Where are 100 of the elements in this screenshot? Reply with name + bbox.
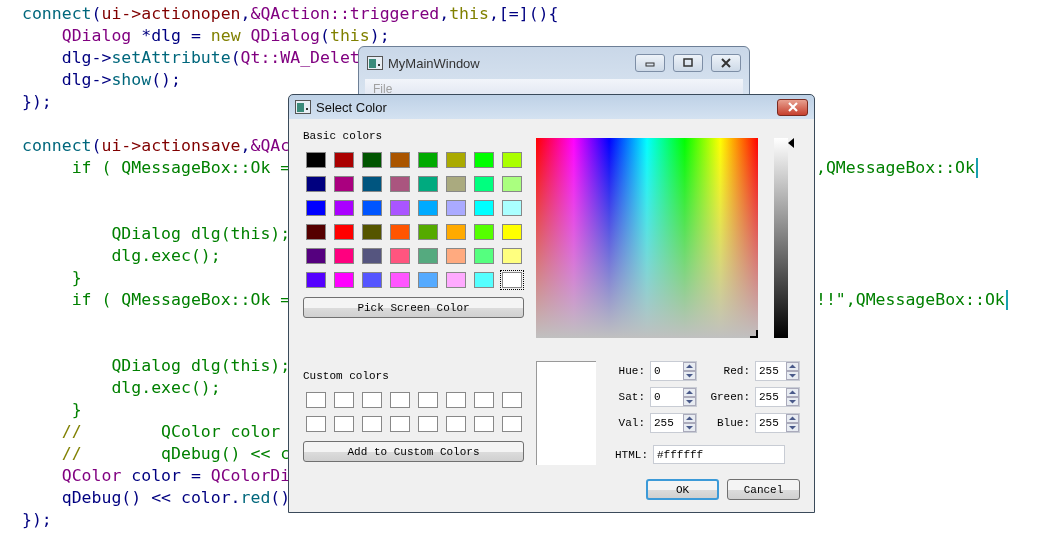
custom-color-slot[interactable] <box>416 390 440 410</box>
maximize-button[interactable] <box>673 54 703 72</box>
spin-box[interactable]: 255 <box>755 361 800 381</box>
color-swatch[interactable] <box>472 270 496 290</box>
color-swatch[interactable] <box>416 246 440 266</box>
custom-color-slot[interactable] <box>444 390 468 410</box>
custom-color-slot[interactable] <box>360 414 384 434</box>
spin-arrows-icon[interactable] <box>683 362 696 380</box>
dialog-button[interactable]: Cancel <box>727 479 800 500</box>
color-swatch[interactable] <box>388 270 412 290</box>
spin-arrows-icon[interactable] <box>786 414 799 432</box>
color-swatch[interactable] <box>304 198 328 218</box>
color-swatch[interactable] <box>360 246 384 266</box>
code-token: color = <box>130 466 202 485</box>
color-swatch[interactable] <box>388 198 412 218</box>
color-spectrum[interactable] <box>536 138 758 338</box>
custom-color-slot[interactable] <box>500 390 524 410</box>
color-swatch[interactable] <box>444 222 468 242</box>
color-swatch[interactable] <box>360 174 384 194</box>
code-token: QDialog <box>249 26 321 45</box>
color-swatch[interactable] <box>500 174 524 194</box>
color-swatch[interactable] <box>416 150 440 170</box>
spin-box[interactable]: 255 <box>650 413 697 433</box>
color-swatch[interactable] <box>500 150 524 170</box>
color-swatch[interactable] <box>416 198 440 218</box>
html-field[interactable]: #ffffff <box>653 445 785 464</box>
color-swatch[interactable] <box>444 198 468 218</box>
code-token: QDialog dlg(this); <box>110 224 291 243</box>
code-token: Qt::WA_Delet <box>240 48 360 67</box>
dialog-title: Select Color <box>316 99 387 115</box>
color-swatch[interactable] <box>500 246 524 266</box>
color-swatch[interactable] <box>304 174 328 194</box>
code-token: // <box>60 422 82 441</box>
add-custom-color-button[interactable]: Add to Custom Colors <box>303 441 524 462</box>
color-swatch[interactable] <box>304 246 328 266</box>
color-swatch[interactable] <box>500 222 524 242</box>
color-swatch[interactable] <box>360 270 384 290</box>
custom-color-slot[interactable] <box>388 414 412 434</box>
spin-arrows-icon[interactable] <box>683 388 696 406</box>
close-button[interactable] <box>711 54 741 72</box>
color-swatch[interactable] <box>472 246 496 266</box>
custom-color-slot[interactable] <box>500 414 524 434</box>
minimize-button[interactable] <box>635 54 665 72</box>
color-swatch[interactable] <box>332 198 356 218</box>
custom-color-slot[interactable] <box>304 414 328 434</box>
color-swatch[interactable] <box>388 246 412 266</box>
color-swatch[interactable] <box>472 198 496 218</box>
custom-color-slot[interactable] <box>472 414 496 434</box>
code-token: ,QMessageBox::Ok <box>816 157 975 179</box>
color-swatch[interactable] <box>304 270 328 290</box>
color-swatch[interactable] <box>332 222 356 242</box>
custom-colors-label: Custom colors <box>303 369 390 383</box>
color-swatch[interactable] <box>500 270 524 290</box>
pick-screen-color-button[interactable]: Pick Screen Color <box>303 297 524 318</box>
custom-color-slot[interactable] <box>360 390 384 410</box>
spin-arrows-icon[interactable] <box>786 388 799 406</box>
color-swatch[interactable] <box>304 222 328 242</box>
color-swatch[interactable] <box>360 222 384 242</box>
color-swatch[interactable] <box>304 150 328 170</box>
spin-box[interactable]: 0 <box>650 361 697 381</box>
close-button[interactable] <box>777 98 808 116</box>
color-swatch[interactable] <box>332 270 356 290</box>
custom-color-slot[interactable] <box>332 390 356 410</box>
color-swatch[interactable] <box>416 222 440 242</box>
color-swatch[interactable] <box>472 222 496 242</box>
color-swatch[interactable] <box>332 246 356 266</box>
color-swatch[interactable] <box>388 222 412 242</box>
spin-arrows-icon[interactable] <box>786 362 799 380</box>
color-swatch[interactable] <box>444 246 468 266</box>
code-token: QColor color <box>160 422 281 441</box>
spin-box[interactable]: 0 <box>650 387 697 407</box>
custom-color-slot[interactable] <box>444 414 468 434</box>
color-swatch[interactable] <box>500 198 524 218</box>
code-token: } <box>70 400 82 419</box>
code-token: QColor <box>60 466 122 485</box>
color-swatch[interactable] <box>472 174 496 194</box>
code-token: setAttribute <box>111 48 231 67</box>
custom-color-slot[interactable] <box>332 414 356 434</box>
color-swatch[interactable] <box>388 150 412 170</box>
custom-color-slot[interactable] <box>472 390 496 410</box>
spin-box[interactable]: 255 <box>755 413 800 433</box>
color-swatch[interactable] <box>360 150 384 170</box>
color-swatch[interactable] <box>388 174 412 194</box>
dialog-button[interactable]: OK <box>646 479 719 500</box>
code-token: this <box>330 26 370 45</box>
color-swatch[interactable] <box>416 270 440 290</box>
color-swatch[interactable] <box>332 174 356 194</box>
custom-color-slot[interactable] <box>416 414 440 434</box>
color-swatch[interactable] <box>444 270 468 290</box>
custom-color-slot[interactable] <box>304 390 328 410</box>
color-swatch[interactable] <box>472 150 496 170</box>
color-swatch[interactable] <box>332 150 356 170</box>
color-swatch[interactable] <box>360 198 384 218</box>
color-swatch[interactable] <box>444 150 468 170</box>
color-swatch[interactable] <box>444 174 468 194</box>
spin-arrows-icon[interactable] <box>683 414 696 432</box>
color-swatch[interactable] <box>416 174 440 194</box>
spin-box[interactable]: 255 <box>755 387 800 407</box>
custom-color-slot[interactable] <box>388 390 412 410</box>
luminance-slider[interactable] <box>774 138 794 338</box>
